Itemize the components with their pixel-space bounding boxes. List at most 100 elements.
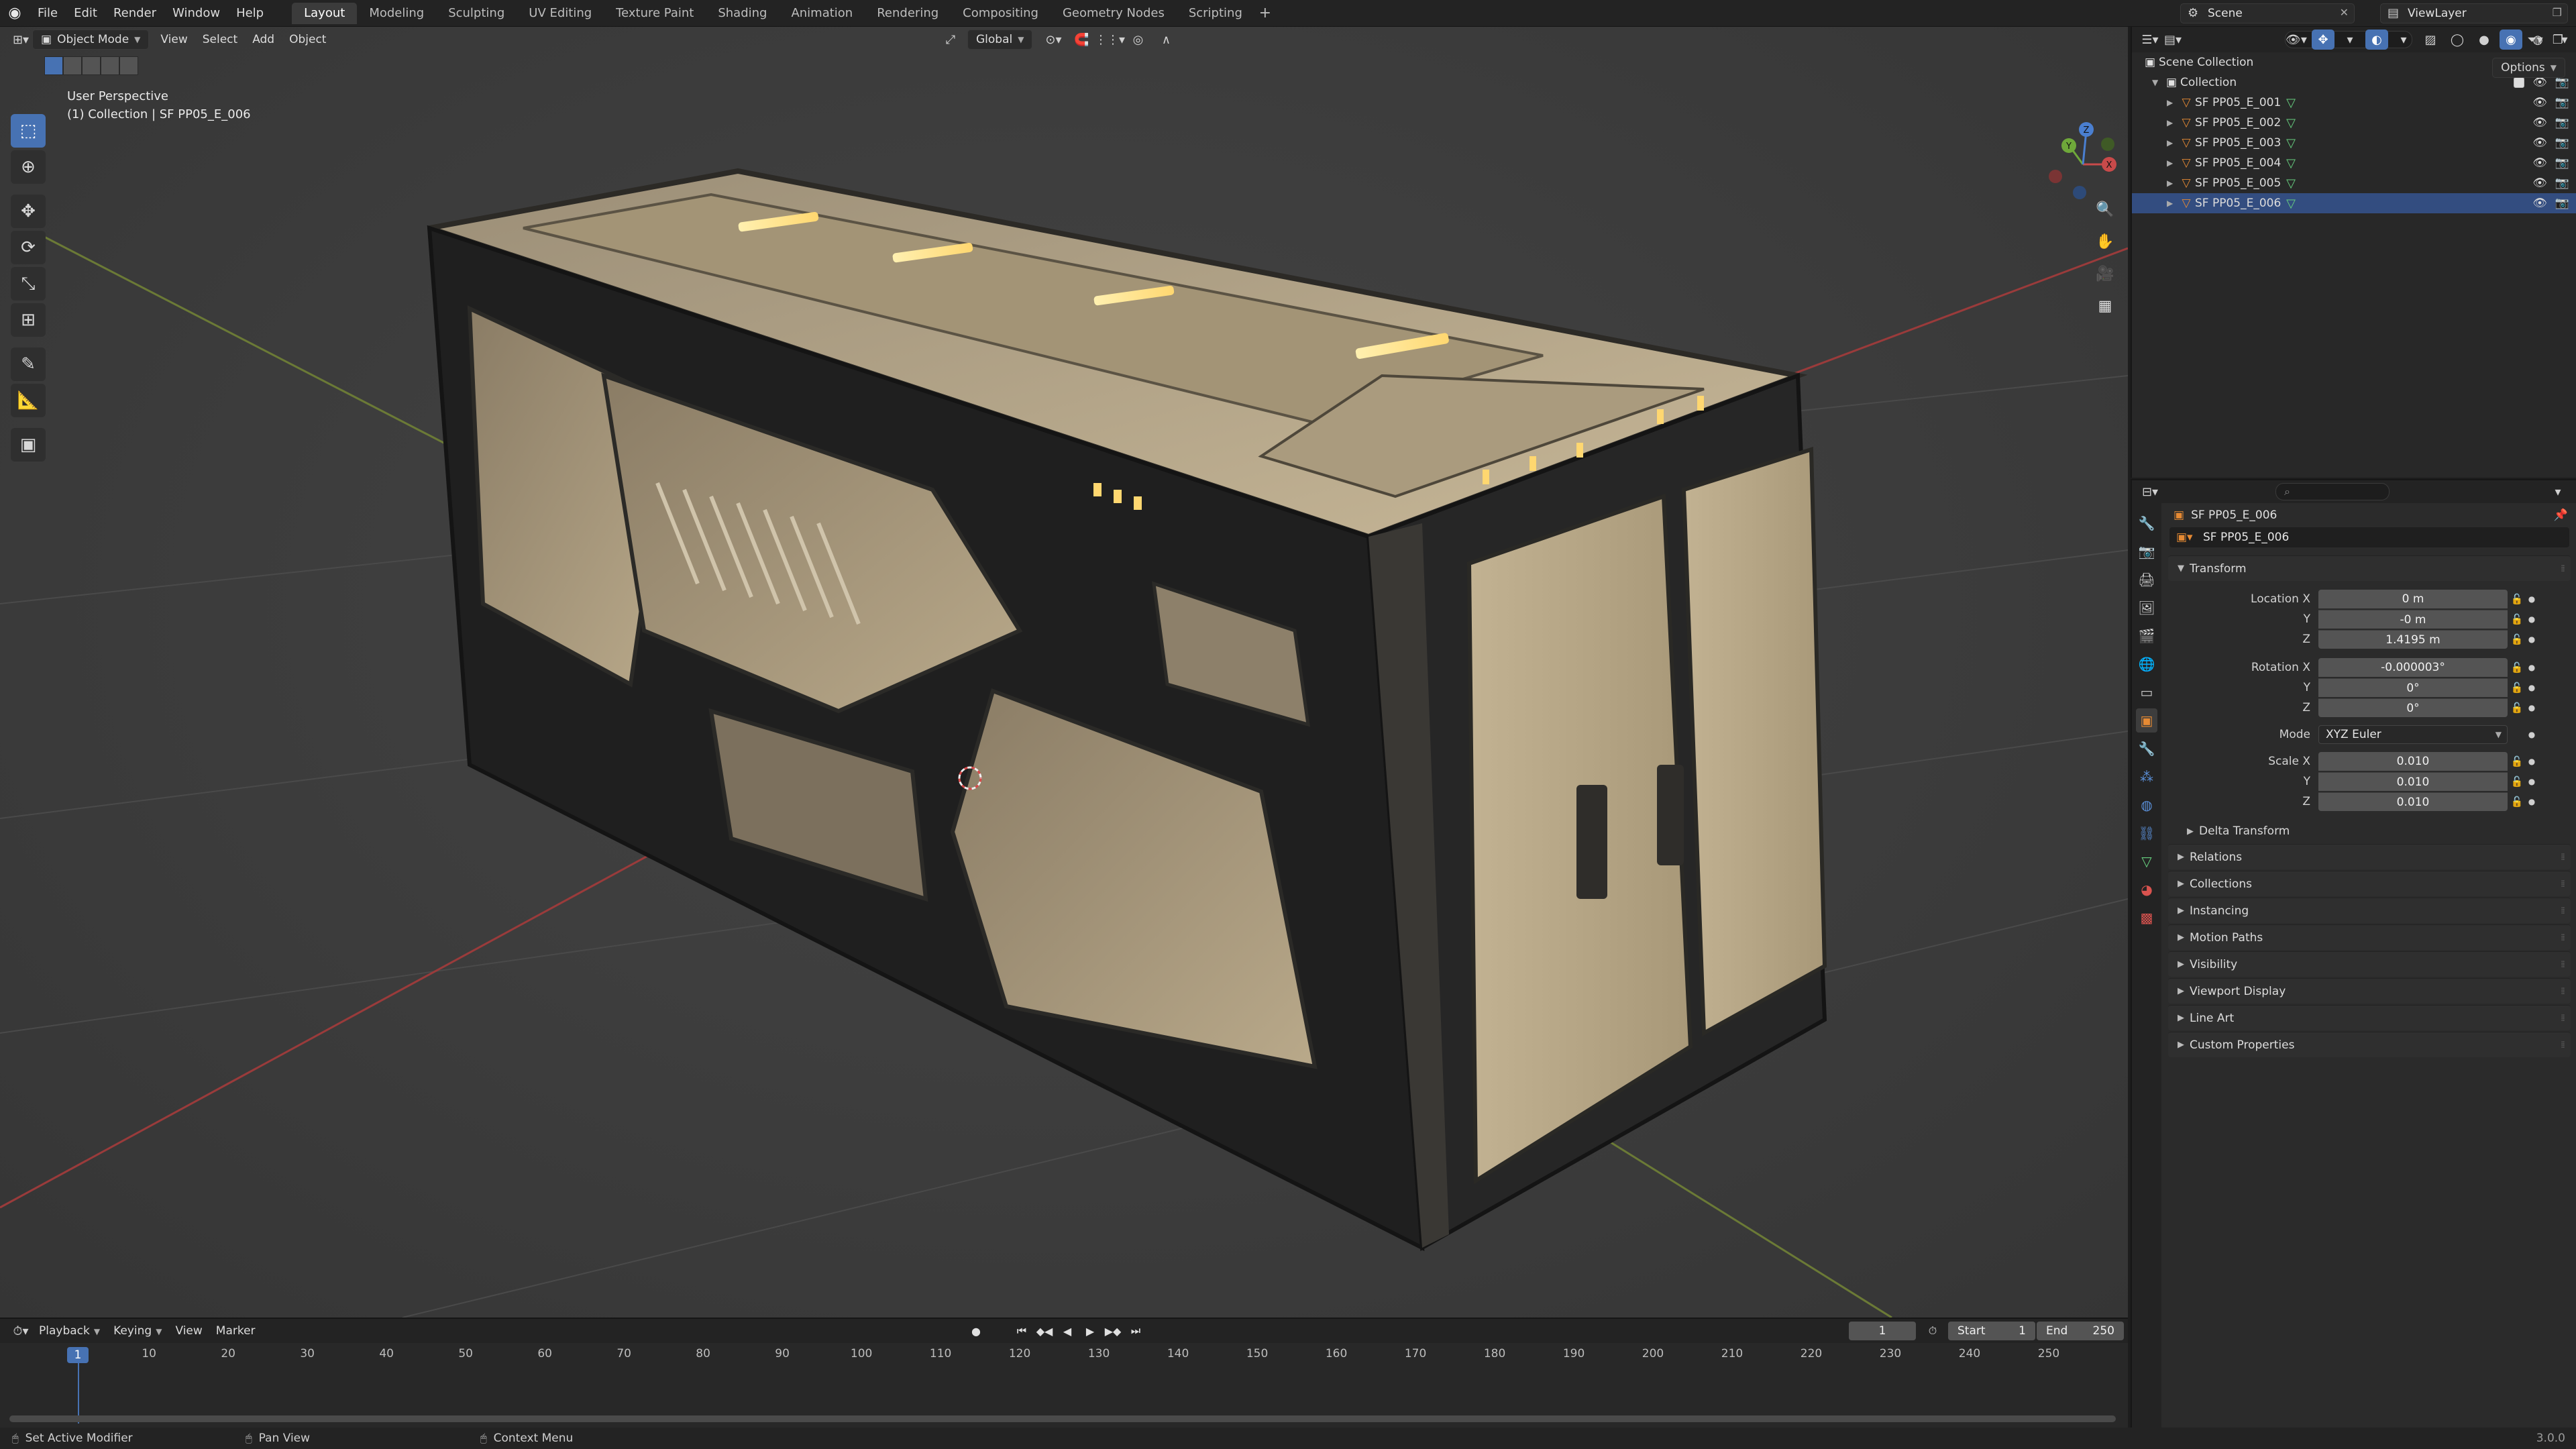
lock-icon[interactable]: 🔓 [2508, 613, 2526, 625]
ortho-grid-icon[interactable]: ▦ [2090, 292, 2120, 319]
pivot-point-icon[interactable]: ⊙▾ [1042, 30, 1065, 50]
world-tab-icon[interactable]: 🌐 [2136, 652, 2157, 676]
tab-rendering[interactable]: Rendering [865, 3, 951, 24]
constraints-tab-icon[interactable]: ⛓ [2136, 821, 2157, 845]
cursor-tool-icon[interactable]: ⊕ [11, 150, 46, 184]
tab-animation[interactable]: Animation [779, 3, 865, 24]
solid-shading-icon[interactable]: ● [2473, 30, 2496, 50]
expand-icon[interactable]: ▶ [2167, 158, 2178, 168]
menu-playback[interactable]: Playback ▼ [32, 1324, 107, 1338]
record-icon[interactable]: ● [966, 1322, 986, 1340]
camera-icon[interactable]: 📷 [2555, 116, 2569, 129]
overlay-dropdown-icon[interactable]: ▾ [2392, 30, 2415, 50]
menu-edit[interactable]: Edit [66, 0, 105, 27]
tab-geometry-nodes[interactable]: Geometry Nodes [1051, 3, 1177, 24]
pan-hand-icon[interactable]: ✋ [2090, 228, 2120, 255]
tab-scripting[interactable]: Scripting [1177, 3, 1254, 24]
blender-logo-icon[interactable]: ◉ [0, 0, 30, 27]
object-tab-icon[interactable]: ▣ [2136, 708, 2157, 733]
transform-orientation-dropdown[interactable]: Global ▼ [967, 30, 1033, 50]
eye-icon[interactable]: 👁 [2532, 176, 2547, 190]
lock-icon[interactable]: 🔓 [2508, 682, 2526, 694]
orientation-icon[interactable]: ⤢ [939, 30, 962, 50]
mesh-data-icon[interactable]: ▽ [2282, 136, 2300, 150]
properties-search-input[interactable]: ⌕ [2275, 483, 2390, 500]
rotation-mode-dropdown[interactable]: XYZ Euler ▼ [2318, 725, 2508, 744]
options-dropdown[interactable]: Options ▼ [2492, 58, 2565, 78]
drag-grip-icon[interactable]: ⁞⁞ [2561, 1040, 2565, 1051]
outliner-object-row[interactable]: ▶ ▽ SF PP05_E_003 ▽ 👁 📷 [2132, 133, 2576, 153]
menu-window[interactable]: Window [164, 0, 228, 27]
expand-icon[interactable]: ▶ [2167, 98, 2178, 107]
material-tab-icon[interactable]: ◕ [2136, 877, 2157, 902]
eye-icon[interactable]: 👁 [2532, 197, 2547, 210]
prev-keyframe-icon[interactable]: ◆◀ [1034, 1322, 1055, 1340]
viewport-display-panel-header[interactable]: ▶ Viewport Display ⁞⁞ [2168, 978, 2571, 1004]
line-art-panel-header[interactable]: ▶ Line Art ⁞⁞ [2168, 1005, 2571, 1030]
next-keyframe-icon[interactable]: ▶◆ [1103, 1322, 1123, 1340]
menu-help[interactable]: Help [228, 0, 272, 27]
tab-compositing[interactable]: Compositing [951, 3, 1051, 24]
location-y-field[interactable]: -0 m [2318, 610, 2508, 629]
lock-icon[interactable]: 🔓 [2508, 796, 2526, 808]
wireframe-shading-icon[interactable]: ◯ [2446, 30, 2469, 50]
rotation-y-field[interactable]: 0° [2318, 678, 2508, 697]
3d-viewport[interactable]: User Perspective (1) Collection | SF PP0… [0, 27, 2128, 1318]
physics-tab-icon[interactable]: ◍ [2136, 793, 2157, 817]
menu-object[interactable]: Object [282, 33, 333, 46]
lock-icon[interactable]: 🔓 [2508, 593, 2526, 605]
eye-icon[interactable]: 👁 [2532, 156, 2547, 170]
outliner-object-row-selected[interactable]: ▶ ▽ SF PP05_E_006 ▽ 👁 📷 [2132, 193, 2576, 213]
navigation-gizmo[interactable]: Z Y X [2039, 117, 2127, 205]
select-subtract-icon[interactable] [82, 56, 101, 75]
menu-marker[interactable]: Marker [209, 1324, 262, 1338]
falloff-icon[interactable]: ∧ [1155, 30, 1177, 50]
view-layer-new-icon[interactable]: ❐ [2553, 6, 2562, 19]
select-intersect-icon[interactable] [119, 56, 138, 75]
visibility-filter-icon[interactable]: 👁▾ [2285, 30, 2308, 50]
keyframe-dot-icon[interactable]: ● [2526, 703, 2537, 712]
collections-panel-header[interactable]: ▶ Collections ⁞⁞ [2168, 871, 2571, 896]
keyframe-dot-icon[interactable]: ● [2526, 797, 2537, 806]
keyframe-dot-icon[interactable]: ● [2526, 614, 2537, 624]
scale-tool-icon[interactable]: ⤡ [11, 267, 46, 301]
tab-shading[interactable]: Shading [706, 3, 779, 24]
camera-icon[interactable]: 📷 [2555, 76, 2569, 89]
expand-icon[interactable]: ▶ [2167, 199, 2178, 208]
keyframe-dot-icon[interactable]: ● [2526, 594, 2537, 604]
viewport-scene[interactable] [0, 27, 2128, 1318]
menu-add[interactable]: Add [245, 33, 282, 46]
select-invert-icon[interactable] [101, 56, 119, 75]
zoom-icon[interactable]: 🔍 [2090, 196, 2120, 223]
display-mode-icon[interactable]: ▤▾ [2161, 30, 2184, 50]
render-tab-icon[interactable]: 📷 [2136, 539, 2157, 564]
gizmo-dropdown-icon[interactable]: ▾ [2339, 30, 2361, 50]
mesh-data-icon[interactable]: ▽ [2282, 156, 2300, 170]
start-frame-field[interactable]: Start 1 [1948, 1322, 2035, 1340]
motion-paths-panel-header[interactable]: ▶ Motion Paths ⁞⁞ [2168, 924, 2571, 950]
mesh-data-icon[interactable]: ▽ [2282, 197, 2300, 211]
playhead[interactable] [78, 1363, 79, 1424]
move-tool-icon[interactable]: ✥ [11, 195, 46, 228]
measure-tool-icon[interactable]: 📐 [11, 384, 46, 417]
play-reverse-icon[interactable]: ◀ [1057, 1322, 1077, 1340]
transform-panel-header[interactable]: ▼ Transform ⁞⁞ [2168, 555, 2571, 581]
drag-grip-icon[interactable]: ⁞⁞ [2561, 906, 2565, 916]
drag-grip-icon[interactable]: ⁞⁞ [2561, 986, 2565, 997]
rotate-tool-icon[interactable]: ⟳ [11, 231, 46, 264]
eye-icon[interactable]: 👁 [2532, 96, 2547, 109]
mesh-data-icon[interactable]: ▽ [2282, 116, 2300, 130]
play-icon[interactable]: ▶ [1080, 1322, 1100, 1340]
shading-dropdown-icon[interactable]: ▾ [2553, 30, 2576, 50]
drag-grip-icon[interactable]: ⁞⁞ [2561, 879, 2565, 890]
custom-properties-panel-header[interactable]: ▶ Custom Properties ⁞⁞ [2168, 1032, 2571, 1057]
select-box-tool-icon[interactable]: ⬚ [11, 114, 46, 148]
add-cube-tool-icon[interactable]: ▣ [11, 428, 46, 462]
properties-options-icon[interactable]: ▾ [2546, 482, 2569, 502]
current-frame-field[interactable]: 1 [1849, 1322, 1916, 1340]
outliner-object-row[interactable]: ▶ ▽ SF PP05_E_002 ▽ 👁 📷 [2132, 113, 2576, 133]
menu-file[interactable]: File [30, 0, 66, 27]
camera-icon[interactable]: 📷 [2555, 136, 2569, 150]
editor-type-icon[interactable]: ⊞▾ [9, 30, 32, 50]
menu-keying[interactable]: Keying ▼ [107, 1324, 168, 1338]
